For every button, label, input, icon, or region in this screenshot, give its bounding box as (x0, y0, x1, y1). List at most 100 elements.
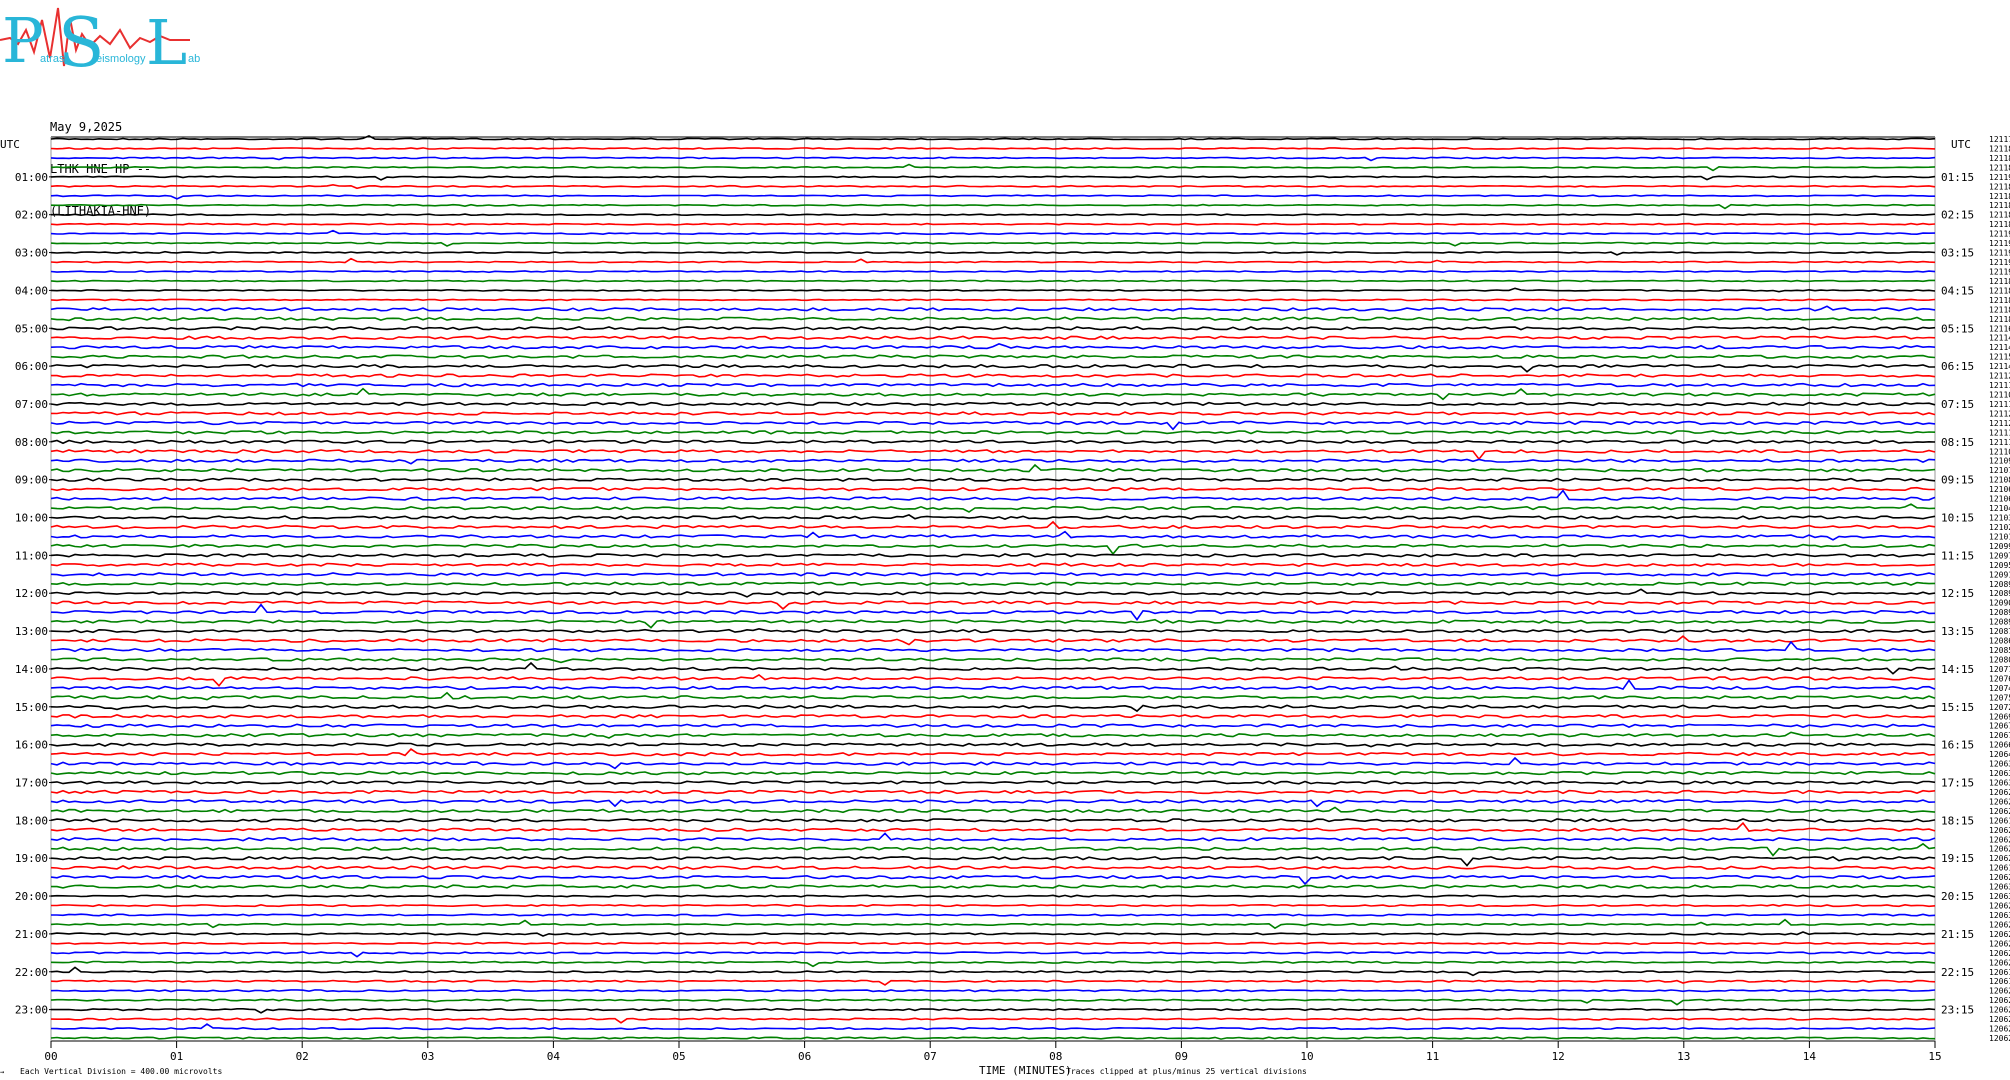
seismic-trace (50, 298, 1936, 302)
seismic-trace (50, 305, 1936, 312)
seismic-trace (50, 489, 1936, 501)
trace-end-value: 12119 (1989, 173, 2010, 182)
trace-end-value: 12062 (1989, 1025, 2010, 1034)
x-tick-label: 09 (1175, 1050, 1188, 1063)
seismic-trace (50, 931, 1936, 937)
seismic-trace (50, 951, 1936, 958)
seismic-trace (50, 326, 1936, 331)
right-hour-label: 19:15 (1941, 852, 1974, 865)
trace-end-value: 12063 (1989, 769, 2010, 778)
seismic-trace (50, 979, 1936, 986)
trace-end-value: 12064 (1989, 750, 2010, 759)
seismic-trace (50, 503, 1936, 513)
trace-end-value: 12062 (1989, 854, 2010, 863)
left-hour-label: 21:00 (15, 928, 48, 941)
seismic-trace (50, 411, 1936, 416)
seismic-trace (50, 603, 1936, 621)
trace-end-value: 12097 (1989, 551, 2010, 560)
right-hour-label: 23:15 (1941, 1004, 1974, 1017)
seismic-trace (50, 279, 1935, 283)
right-utc-label: UTC (1951, 138, 1971, 151)
trace-end-value: 12118 (1989, 286, 2010, 295)
trace-end-value: 12062 (1989, 1034, 2010, 1043)
seismic-trace (51, 913, 1936, 917)
trace-end-value: 12110 (1989, 447, 2010, 456)
trace-end-value: 12086 (1989, 637, 2010, 646)
seismic-trace (50, 156, 1936, 162)
seismic-trace (50, 960, 1936, 968)
trace-end-value: 12067 (1989, 731, 2010, 740)
seismic-trace (50, 966, 1935, 977)
left-hour-label: 11:00 (15, 549, 48, 562)
trace-end-value: 12115 (1989, 353, 2010, 362)
seismic-trace (50, 335, 1936, 340)
trace-end-value: 12112 (1989, 372, 2010, 381)
left-hour-label: 09:00 (15, 474, 48, 487)
seismic-trace (50, 213, 1936, 217)
seismic-trace (50, 865, 1936, 870)
x-tick-label: 14 (1803, 1050, 1817, 1063)
right-hour-label: 11:15 (1941, 549, 1974, 562)
seismic-trace (50, 618, 1936, 629)
seismic-trace (50, 780, 1936, 785)
right-hour-label: 13:15 (1941, 625, 1974, 638)
trace-end-value: 12062 (1989, 797, 2010, 806)
seismic-trace (50, 135, 1936, 141)
left-hour-label: 23:00 (15, 1004, 48, 1017)
seismic-trace (50, 918, 1936, 930)
seismic-trace (50, 998, 1936, 1006)
seismic-trace (50, 635, 1936, 646)
trace-end-value: 12061 (1989, 968, 2010, 977)
x-tick-label: 03 (421, 1050, 434, 1063)
seismic-trace (50, 458, 1936, 465)
seismic-trace (50, 874, 1936, 886)
trace-end-value: 12085 (1989, 646, 2010, 655)
trace-end-value: 12095 (1989, 561, 2010, 570)
seismic-trace (51, 884, 1936, 889)
seismic-trace (50, 387, 1936, 401)
right-hour-label: 04:15 (1941, 284, 1974, 297)
seismic-trace (50, 821, 1936, 833)
seismic-trace (50, 430, 1936, 435)
footer-vertical-division: Each Vertical Division = 400.00 microvol… (20, 1067, 222, 1076)
seismic-trace (50, 250, 1936, 256)
x-tick-label: 08 (1049, 1050, 1062, 1063)
right-hour-label: 05:15 (1941, 322, 1974, 335)
trace-end-value: 12063 (1989, 778, 2010, 787)
trace-end-value: 12062 (1989, 826, 2010, 835)
seismic-trace (50, 514, 1936, 520)
x-axis-title: TIME (MINUTES) (979, 1064, 1072, 1077)
trace-end-value: 12063 (1989, 911, 2010, 920)
trace-end-value: 12118 (1989, 220, 2010, 229)
trace-end-value: 12109 (1989, 457, 2010, 466)
trace-end-value: 12089 (1989, 589, 2010, 598)
left-hour-label: 18:00 (15, 814, 48, 827)
trace-end-value: 12076 (1989, 674, 2010, 683)
seismic-trace (50, 363, 1935, 373)
footer-corner-mark: → (0, 1068, 4, 1076)
trace-end-value: 12062 (1989, 902, 2010, 911)
trace-end-value: 12062 (1989, 873, 2010, 882)
trace-end-value: 12062 (1989, 958, 2010, 967)
trace-end-value: 12061 (1989, 977, 2010, 986)
right-hour-label: 18:15 (1941, 814, 1974, 827)
trace-end-value: 12118 (1989, 211, 2010, 220)
trace-end-value: 12111 (1989, 381, 2010, 390)
seismic-trace (50, 449, 1936, 461)
right-hour-label: 17:15 (1941, 776, 1974, 789)
seismic-trace (50, 229, 1936, 236)
trace-end-value: 12062 (1989, 930, 2010, 939)
seismic-trace (50, 789, 1936, 795)
seismic-trace (51, 1007, 1936, 1014)
seismic-trace (50, 989, 1936, 993)
left-hour-label: 15:00 (15, 701, 48, 714)
left-hour-label: 13:00 (15, 625, 48, 638)
seismic-trace (50, 842, 1936, 857)
trace-end-value: 12106 (1989, 495, 2010, 504)
trace-end-value: 12119 (1989, 267, 2010, 276)
right-hour-label: 21:15 (1941, 928, 1974, 941)
trace-end-value: 12118 (1989, 192, 2010, 201)
seismic-trace (50, 799, 1936, 808)
right-hour-label: 07:15 (1941, 398, 1974, 411)
seismic-trace (50, 894, 1936, 898)
